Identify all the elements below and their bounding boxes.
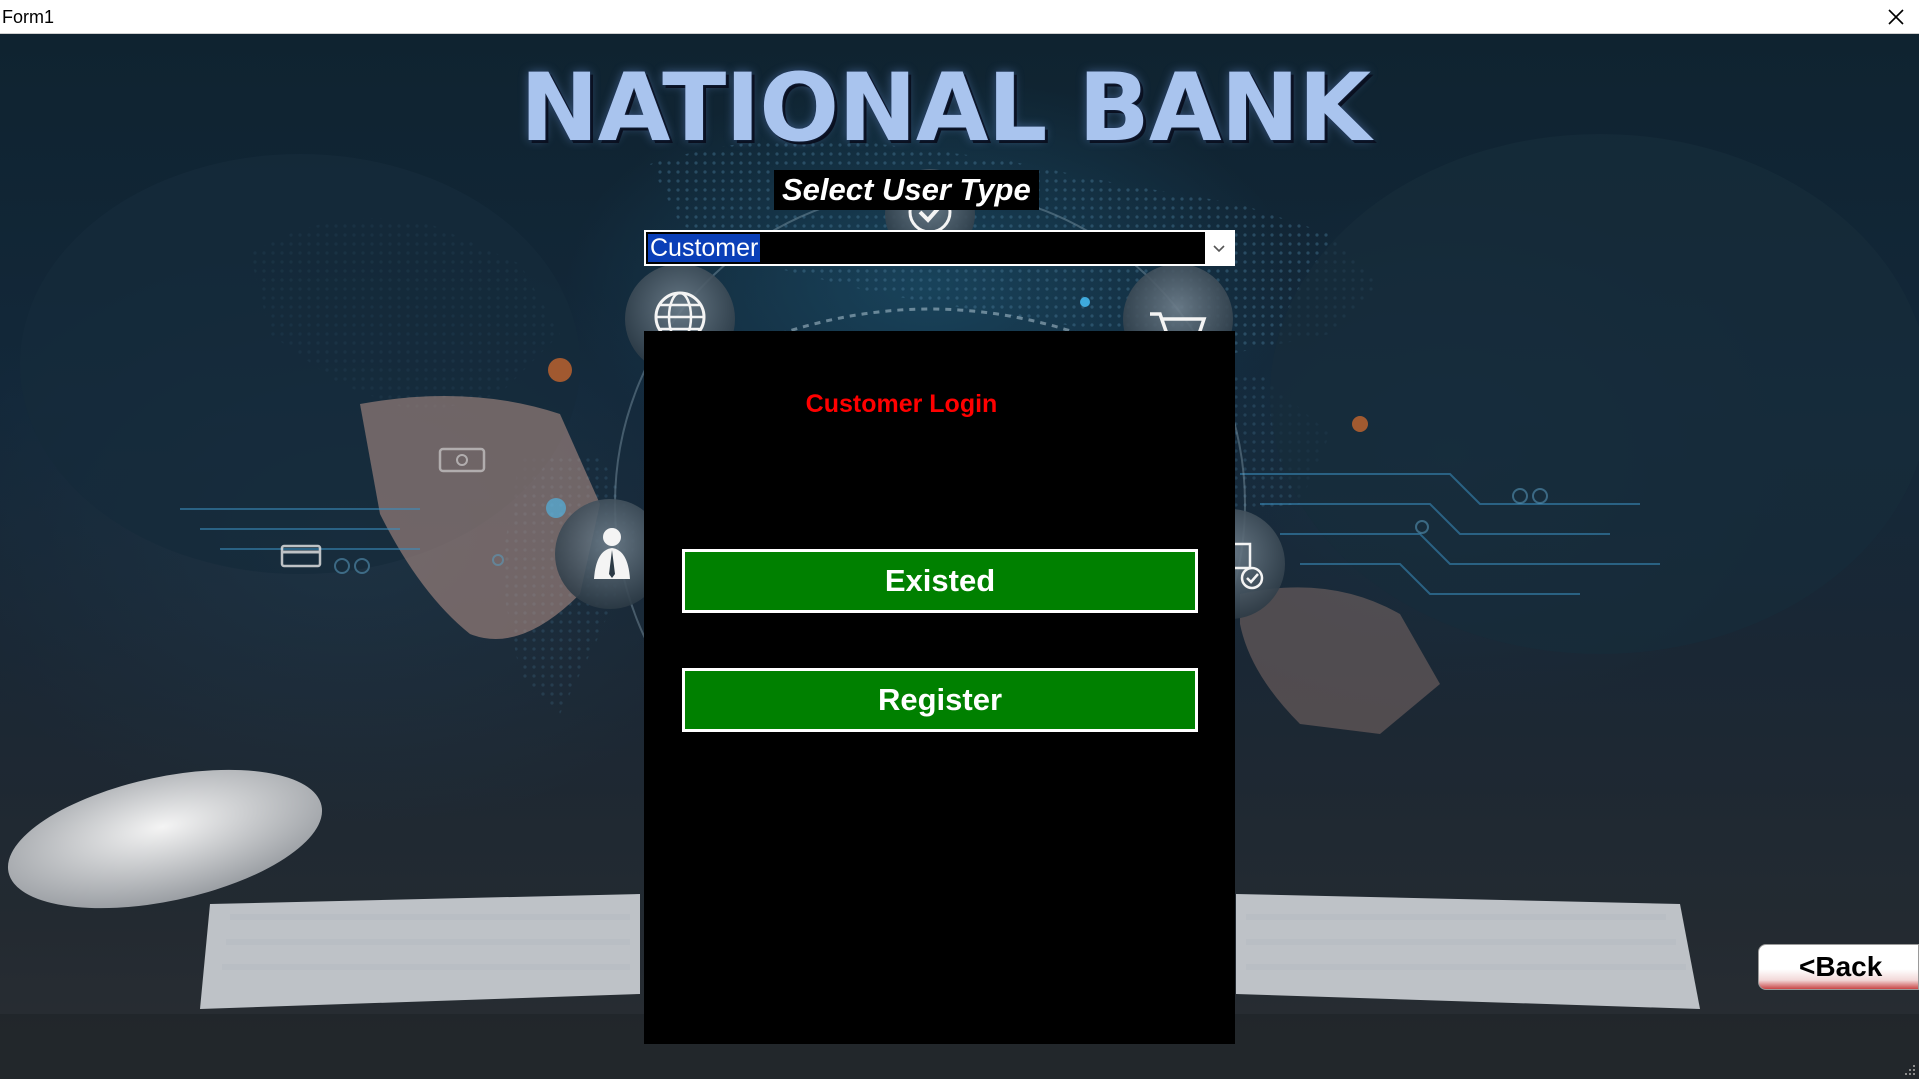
resize-grip-icon[interactable]: [1903, 1063, 1917, 1077]
window-title: Form1: [2, 7, 55, 27]
user-type-selected-value[interactable]: Customer: [648, 234, 761, 262]
form-client-area: NATIONAL BANK Select User Type Customer …: [0, 34, 1919, 1079]
app-window: Form1 NATIONAL BANK Select User Type Cus…: [0, 0, 1919, 1079]
panel-title: Customer Login: [805, 390, 998, 418]
close-icon: [1888, 8, 1904, 25]
title-bar: Form1: [0, 0, 1919, 34]
back-button[interactable]: <Back: [1758, 944, 1919, 990]
existed-button[interactable]: Existed: [682, 549, 1198, 613]
chevron-down-icon: [1213, 245, 1225, 253]
brand-title: NATIONAL BANK: [520, 54, 1371, 163]
user-type-dropdown[interactable]: Customer: [644, 230, 1235, 266]
close-button[interactable]: [1873, 0, 1919, 33]
select-user-type-label: Select User Type: [774, 170, 1039, 210]
dropdown-arrow-button[interactable]: [1205, 232, 1233, 264]
register-button[interactable]: Register: [682, 668, 1198, 732]
customer-login-panel: Customer Login Existed Register: [644, 331, 1235, 1044]
